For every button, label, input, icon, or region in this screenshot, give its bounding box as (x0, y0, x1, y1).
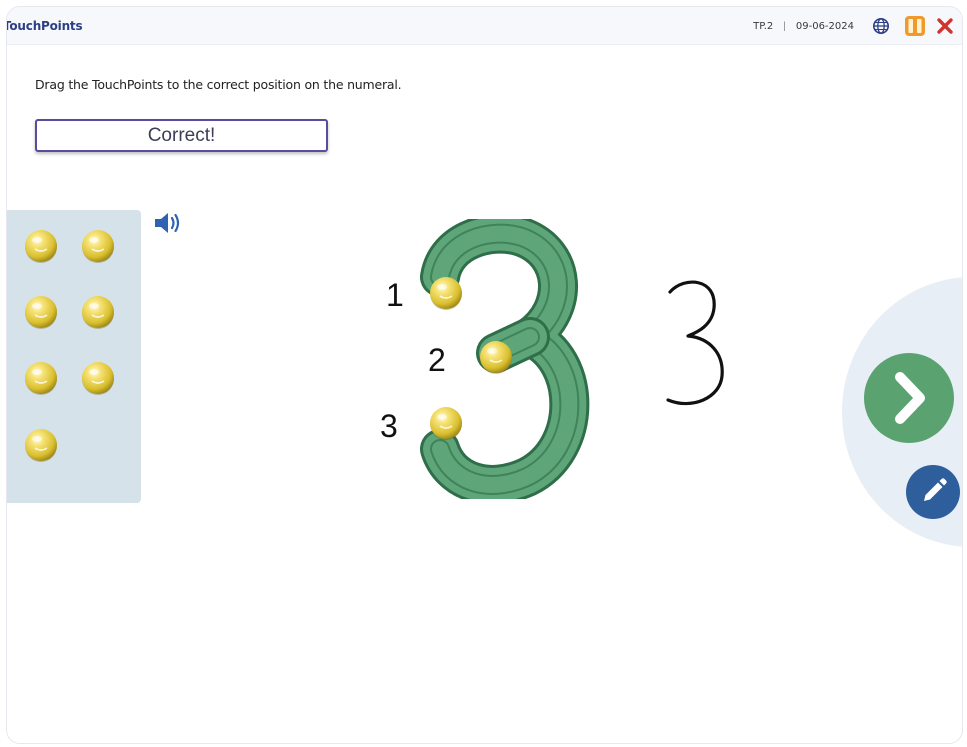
app-window: TouchPoints TP.2 | 09-06-2024 Drag the T… (6, 6, 963, 744)
header-separator: | (783, 20, 786, 32)
pencil-icon (924, 478, 947, 501)
instruction-text: Drag the TouchPoints to the correct posi… (35, 77, 402, 92)
touchpoint-ball-icon[interactable] (23, 427, 59, 463)
app-title: TouchPoints (6, 19, 83, 33)
lesson-code: TP.2 (753, 20, 774, 32)
pause-icon[interactable] (904, 15, 926, 37)
edit-button[interactable] (906, 465, 960, 519)
touchpoint-label-3: 3 (380, 408, 398, 444)
chevron-right-icon (895, 372, 925, 424)
touchpoint-ball-icon[interactable] (80, 360, 116, 396)
close-icon[interactable] (936, 17, 954, 35)
touchpoint-ball-icon[interactable] (23, 228, 59, 264)
lesson-date: 09-06-2024 (795, 20, 854, 32)
touchpoint-ball-icon[interactable] (80, 228, 116, 264)
touchpoint-tray (7, 210, 141, 503)
feedback-box: Correct! (35, 119, 328, 152)
touchpoint-ball-icon[interactable] (23, 294, 59, 330)
globe-icon[interactable] (872, 17, 890, 35)
touchpoint-label-2: 2 (428, 342, 446, 378)
handwritten-numeral (666, 280, 724, 406)
numeral-three: 1 2 3 (380, 219, 590, 499)
speaker-icon[interactable] (153, 210, 183, 236)
header-controls: TP.2 | 09-06-2024 (753, 15, 954, 37)
touchpoint-ball-icon[interactable] (80, 294, 116, 330)
touchpoint-label-1: 1 (386, 277, 404, 313)
header-bar: TouchPoints TP.2 | 09-06-2024 (7, 7, 962, 45)
touchpoint-ball-icon[interactable] (23, 360, 59, 396)
next-button[interactable] (864, 353, 954, 443)
